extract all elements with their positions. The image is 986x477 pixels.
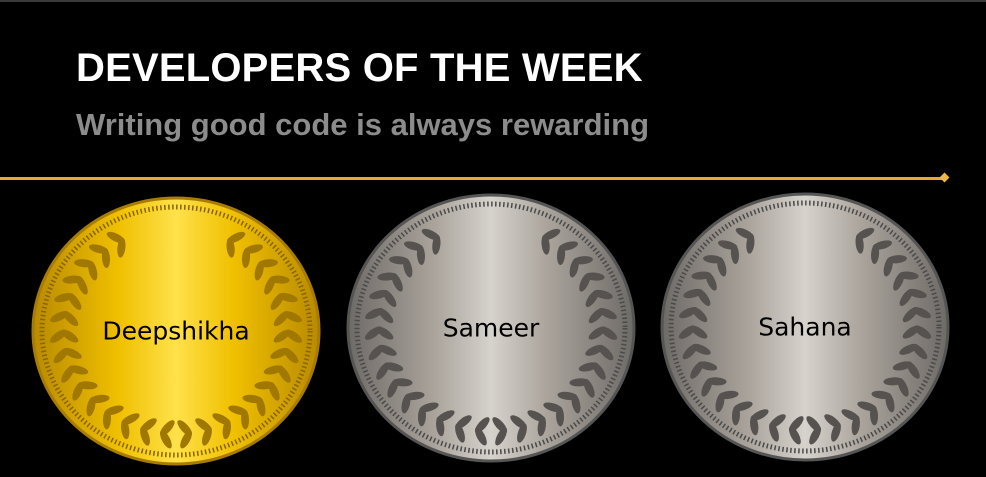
page-title: DEVELOPERS OF THE WEEK [76, 46, 643, 90]
page-subtitle: Writing good code is always rewarding [76, 107, 650, 142]
medal-gold: Deepshikha [31, 196, 321, 466]
medal-silver-1: Sameer [346, 193, 636, 463]
medal-name-gold: Deepshikha [102, 316, 250, 346]
medal-silver-2: Sahana [660, 192, 950, 462]
divider-line [0, 177, 944, 180]
divider-end-diamond [939, 172, 950, 183]
slide: DEVELOPERS OF THE WEEK Writing good code… [0, 0, 986, 477]
medal-name-silver-1: Sameer [442, 313, 540, 343]
medal-name-silver-2: Sahana [758, 312, 852, 342]
